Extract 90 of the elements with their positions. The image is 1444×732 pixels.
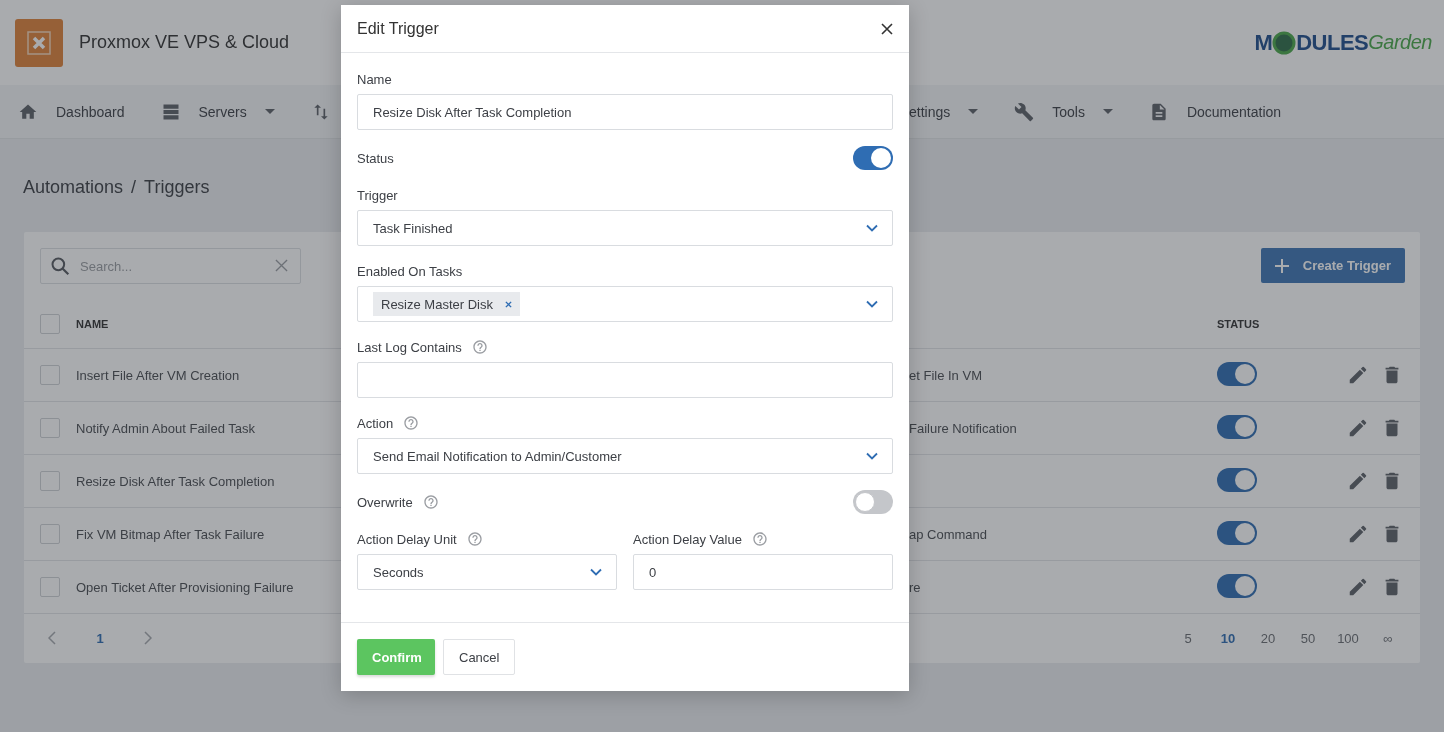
- brand-logo-text: DULES: [1296, 29, 1369, 56]
- field-label: Overwrite: [357, 494, 413, 510]
- tag-chip: Resize Master Disk: [373, 292, 520, 316]
- pencil-icon[interactable]: [1347, 417, 1369, 439]
- field-label: Enabled On Tasks: [357, 263, 463, 279]
- cancel-button[interactable]: Cancel: [443, 639, 515, 675]
- checkbox[interactable]: [40, 471, 60, 491]
- dropdown-caret-icon: [264, 108, 275, 115]
- create-trigger-button[interactable]: Create Trigger: [1260, 248, 1405, 283]
- page-size-link[interactable]: ∞: [1368, 630, 1408, 646]
- text-field[interactable]: [357, 362, 893, 398]
- toggle-switch[interactable]: [1217, 467, 1257, 492]
- text-field[interactable]: 0: [633, 554, 893, 590]
- pencil-icon[interactable]: [1347, 364, 1369, 386]
- page-size-link[interactable]: 100: [1328, 630, 1368, 646]
- checkbox[interactable]: [40, 577, 60, 597]
- table-cell-text: et File In VM: [909, 367, 983, 383]
- brand-logo-text: M: [1254, 29, 1273, 56]
- checkbox[interactable]: [40, 365, 60, 385]
- field-label: Action Delay Value: [633, 531, 742, 547]
- select-field[interactable]: Seconds: [357, 554, 617, 590]
- help-icon[interactable]: [471, 339, 488, 355]
- dropdown-caret-icon: [968, 108, 979, 115]
- table-cell-text: Failure Notification: [909, 420, 1018, 436]
- nav-link[interactable]: Dashboard: [56, 103, 125, 120]
- pencil-icon[interactable]: [1347, 470, 1369, 492]
- table-cell-text: Fix VM Bitmap After Task Failure: [76, 526, 266, 542]
- search-field[interactable]: Search...: [40, 248, 301, 284]
- nav-link[interactable]: ettings: [909, 103, 951, 120]
- table-cell-text: Resize Disk After Task Completion: [76, 473, 276, 489]
- text-field[interactable]: Resize Disk After Task Completion: [357, 94, 893, 130]
- close-icon[interactable]: [881, 22, 893, 35]
- dialog-title: Edit Trigger: [357, 19, 439, 38]
- field-label: Last Log Contains: [357, 339, 462, 355]
- toggle-switch[interactable]: [1217, 361, 1257, 386]
- page-size-link[interactable]: 50: [1288, 630, 1328, 646]
- search-icon: [50, 256, 70, 276]
- table-cell-text: Insert File After VM Creation: [76, 367, 241, 383]
- chevron-down-icon: [866, 224, 878, 232]
- toggle-switch[interactable]: [1217, 520, 1257, 545]
- help-icon[interactable]: [422, 494, 439, 510]
- field-label: Action: [357, 415, 394, 431]
- pencil-icon[interactable]: [1347, 523, 1369, 545]
- remove-icon[interactable]: [504, 300, 512, 308]
- help-icon[interactable]: [751, 531, 768, 547]
- column-header: STATUS: [1217, 317, 1261, 330]
- field-label: Name: [357, 71, 392, 87]
- dropdown-caret-icon: [1102, 108, 1113, 115]
- previous-page-icon[interactable]: [48, 631, 56, 645]
- field-label: Status: [357, 150, 394, 166]
- clear-icon[interactable]: [275, 259, 288, 272]
- brand-logo-text: Garden: [1368, 31, 1432, 54]
- toggle-switch[interactable]: [853, 490, 893, 514]
- page-size-link[interactable]: 10: [1208, 630, 1248, 646]
- next-page-icon[interactable]: [144, 631, 152, 645]
- page-link[interactable]: 1: [80, 630, 120, 646]
- table-cell-text: Open Ticket After Provisioning Failure: [76, 579, 295, 595]
- checkbox[interactable]: [40, 418, 60, 438]
- help-icon[interactable]: [466, 531, 483, 547]
- table-cell-text: ap Command: [909, 526, 989, 542]
- nav-link[interactable]: Servers: [198, 103, 247, 120]
- table-cell-text: Notify Admin About Failed Task: [76, 420, 256, 436]
- toggle-switch[interactable]: [1217, 414, 1257, 439]
- nav-link[interactable]: Tools: [1052, 103, 1085, 120]
- wrench-icon[interactable]: [1014, 101, 1035, 122]
- nav-link[interactable]: Documentation: [1186, 103, 1282, 120]
- help-icon[interactable]: [403, 415, 420, 431]
- globe-icon: [1272, 30, 1297, 55]
- field-label: Action Delay Unit: [357, 531, 457, 547]
- breadcrumb-item: Triggers: [144, 177, 210, 195]
- app-title: Proxmox VE VPS & Cloud: [79, 32, 290, 53]
- checkbox[interactable]: [40, 313, 60, 334]
- field-label: Trigger: [357, 187, 398, 203]
- chevron-down-icon: [866, 452, 878, 460]
- toggle-switch[interactable]: [853, 146, 893, 170]
- page-size-link[interactable]: 20: [1248, 630, 1288, 646]
- breadcrumb-item[interactable]: Automations: [23, 177, 124, 195]
- column-header: NAME: [76, 317, 110, 330]
- checkbox[interactable]: [40, 524, 60, 544]
- chevron-down-icon: [590, 568, 602, 576]
- pencil-icon[interactable]: [1347, 576, 1369, 598]
- plus-icon: [1274, 258, 1289, 273]
- breadcrumb-separator: /: [131, 177, 137, 195]
- select-field[interactable]: Task Finished: [357, 210, 893, 246]
- multi-select-field[interactable]: Resize Master Disk: [357, 286, 893, 322]
- toggle-switch[interactable]: [1217, 573, 1257, 598]
- table-cell-text: re: [909, 579, 922, 595]
- select-field[interactable]: Send Email Notification to Admin/Customer: [357, 438, 893, 474]
- chevron-down-icon: [866, 300, 878, 308]
- page-size-link[interactable]: 5: [1168, 630, 1208, 646]
